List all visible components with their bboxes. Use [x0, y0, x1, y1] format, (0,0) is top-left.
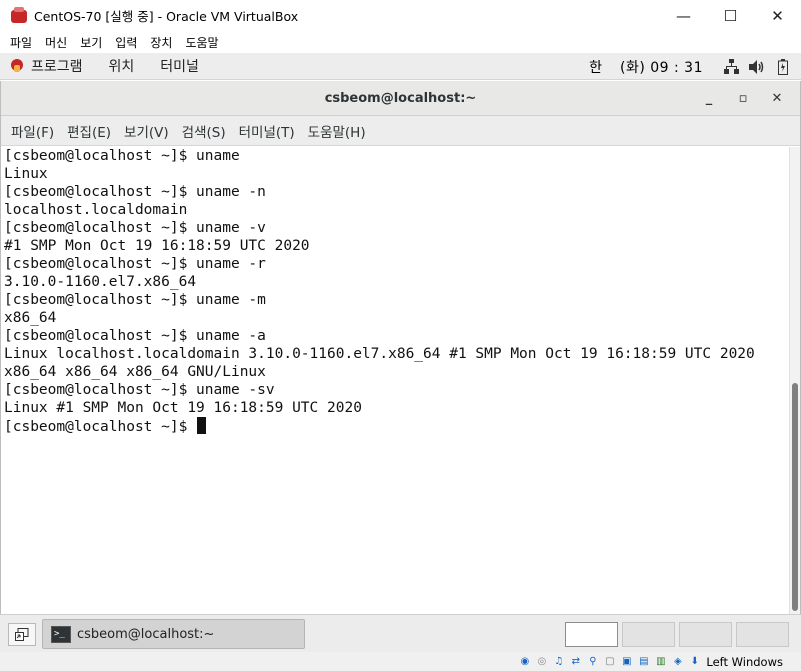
usb-icon[interactable]: ⚲	[585, 655, 600, 669]
vbox-menu-view[interactable]: 보기	[74, 34, 108, 51]
vbox-menu-file[interactable]: 파일	[4, 34, 38, 51]
panel-status-area: 한 (화) 09 : 31	[589, 53, 801, 80]
terminal-line: [csbeom@localhost ~]$ uname -n	[4, 184, 266, 200]
video-capture-icon[interactable]: ▤	[636, 655, 651, 669]
terminal-line: [csbeom@localhost ~]$ uname -m	[4, 292, 266, 308]
terminal-prompt-line[interactable]: [csbeom@localhost ~]$	[1, 417, 790, 435]
vbox-statusbar: ◉ ◎ ♫ ⇄ ⚲ ▢ ▣ ▤ ▥ ◈ ⬇ Left Windows	[0, 652, 801, 671]
terminal-menu-terminal[interactable]: 터미널(T)	[233, 121, 301, 141]
vbox-maximize-button[interactable]: ☐	[707, 0, 754, 31]
terminal-line: #1 SMP Mon Oct 19 16:18:59 UTC 2020	[4, 238, 310, 254]
terminal-menu-edit[interactable]: 편집(E)	[61, 121, 117, 141]
panel-terminal-app[interactable]: 터미널	[160, 56, 199, 76]
terminal-menu-view[interactable]: 보기(V)	[118, 121, 175, 141]
terminal-cursor	[197, 417, 207, 434]
gnome-top-panel: 프로그램 위치 터미널 한 (화) 09 : 31	[0, 53, 801, 80]
workspace-4[interactable]	[736, 622, 789, 647]
terminal-prompt: [csbeom@localhost ~]$	[4, 419, 197, 435]
virtualbox-icon	[10, 6, 28, 25]
workspace-1[interactable]	[565, 622, 618, 647]
terminal-titlebar[interactable]: csbeom@localhost:~ _ ▫ ✕	[1, 81, 800, 116]
terminal-menubar: 파일(F) 편집(E) 보기(V) 검색(S) 터미널(T) 도움말(H)	[1, 116, 800, 146]
terminal-maximize-button[interactable]: ▫	[726, 87, 760, 111]
terminal-icon: >_	[51, 625, 71, 643]
cpu-icon[interactable]: ▥	[653, 655, 668, 669]
terminal-line: [csbeom@localhost ~]$ uname	[4, 148, 240, 164]
terminal-menu-file[interactable]: 파일(F)	[5, 121, 60, 141]
terminal-line: [csbeom@localhost ~]$ uname -a	[4, 328, 266, 344]
show-desktop-icon	[15, 628, 29, 641]
terminal-menu-search[interactable]: 검색(S)	[176, 121, 232, 141]
volume-icon[interactable]	[749, 59, 765, 75]
panel-applications-menu[interactable]: 프로그램	[31, 56, 83, 76]
workspace-2[interactable]	[622, 622, 675, 647]
keyboard-capture-icon[interactable]: ⬇	[687, 655, 702, 669]
terminal-line: x86_64 x86_64 x86_64 GNU/Linux	[4, 364, 266, 380]
workspace-switcher	[565, 622, 793, 647]
terminal-scrollbar-thumb[interactable]	[792, 383, 798, 611]
workspace-3[interactable]	[679, 622, 732, 647]
show-desktop-button[interactable]	[8, 623, 36, 646]
terminal-line: Linux	[4, 166, 48, 182]
optical-drive-icon[interactable]: ◎	[534, 655, 549, 669]
terminal-scrollbar[interactable]	[789, 147, 800, 614]
host-key-label: Left Windows	[706, 654, 783, 669]
terminal-line: [csbeom@localhost ~]$ uname -r	[4, 256, 266, 272]
audio-icon[interactable]: ♫	[551, 655, 566, 669]
terminal-line: [csbeom@localhost ~]$ uname -sv	[4, 382, 275, 398]
terminal-line: Linux #1 SMP Mon Oct 19 16:18:59 UTC 202…	[4, 400, 362, 416]
terminal-title: csbeom@localhost:~	[324, 90, 477, 106]
display-icon[interactable]: ▣	[619, 655, 634, 669]
taskbar-terminal-label: csbeom@localhost:~	[77, 626, 215, 642]
vbox-window-title: CentOS-70 [실행 중] - Oracle VM VirtualBox	[34, 9, 299, 24]
terminal-line: [csbeom@localhost ~]$ uname -v	[4, 220, 266, 236]
taskbar-terminal-button[interactable]: >_ csbeom@localhost:~	[42, 619, 305, 649]
input-method-indicator[interactable]: 한	[589, 57, 602, 77]
panel-clock[interactable]: (화) 09 : 31	[620, 57, 703, 77]
terminal-line: Linux localhost.localdomain 3.10.0-1160.…	[4, 346, 755, 362]
terminal-line: localhost.localdomain	[4, 202, 188, 218]
battery-icon[interactable]	[775, 58, 791, 75]
vbox-menu-input[interactable]: 입력	[109, 34, 143, 51]
terminal-minimize-button[interactable]: _	[692, 87, 726, 111]
terminal-window: csbeom@localhost:~ _ ▫ ✕ 파일(F) 편집(E) 보기(…	[0, 81, 801, 614]
shared-folders-icon[interactable]: ▢	[602, 655, 617, 669]
vbox-minimize-button[interactable]: —	[660, 0, 707, 31]
terminal-menu-help[interactable]: 도움말(H)	[302, 121, 372, 141]
terminal-window-controls: _ ▫ ✕	[692, 81, 794, 116]
applications-icon	[9, 58, 25, 74]
hard-disk-icon[interactable]: ◉	[517, 655, 532, 669]
gnome-bottom-taskbar: >_ csbeom@localhost:~	[0, 614, 801, 652]
vbox-titlebar: CentOS-70 [실행 중] - Oracle VM VirtualBox …	[0, 0, 801, 31]
vbox-menu-devices[interactable]: 장치	[144, 34, 178, 51]
terminal-close-button[interactable]: ✕	[760, 87, 794, 111]
network-icon[interactable]	[723, 59, 739, 75]
terminal-line: 3.10.0-1160.el7.x86_64	[4, 274, 197, 290]
terminal-line: x86_64	[4, 310, 57, 326]
mouse-integration-icon[interactable]: ◈	[670, 655, 685, 669]
vbox-menu-machine[interactable]: 머신	[39, 34, 73, 51]
vbox-window-controls: — ☐ ✕	[660, 0, 801, 31]
vbox-menubar: 파일 머신 보기 입력 장치 도움말	[0, 31, 801, 53]
vbox-close-button[interactable]: ✕	[754, 0, 801, 31]
vbox-menu-help[interactable]: 도움말	[179, 34, 224, 51]
panel-places-menu[interactable]: 위치	[109, 56, 135, 76]
terminal-output[interactable]: [csbeom@localhost ~]$ uname Linux [csbeo…	[1, 147, 790, 614]
network-adapter-icon[interactable]: ⇄	[568, 655, 583, 669]
